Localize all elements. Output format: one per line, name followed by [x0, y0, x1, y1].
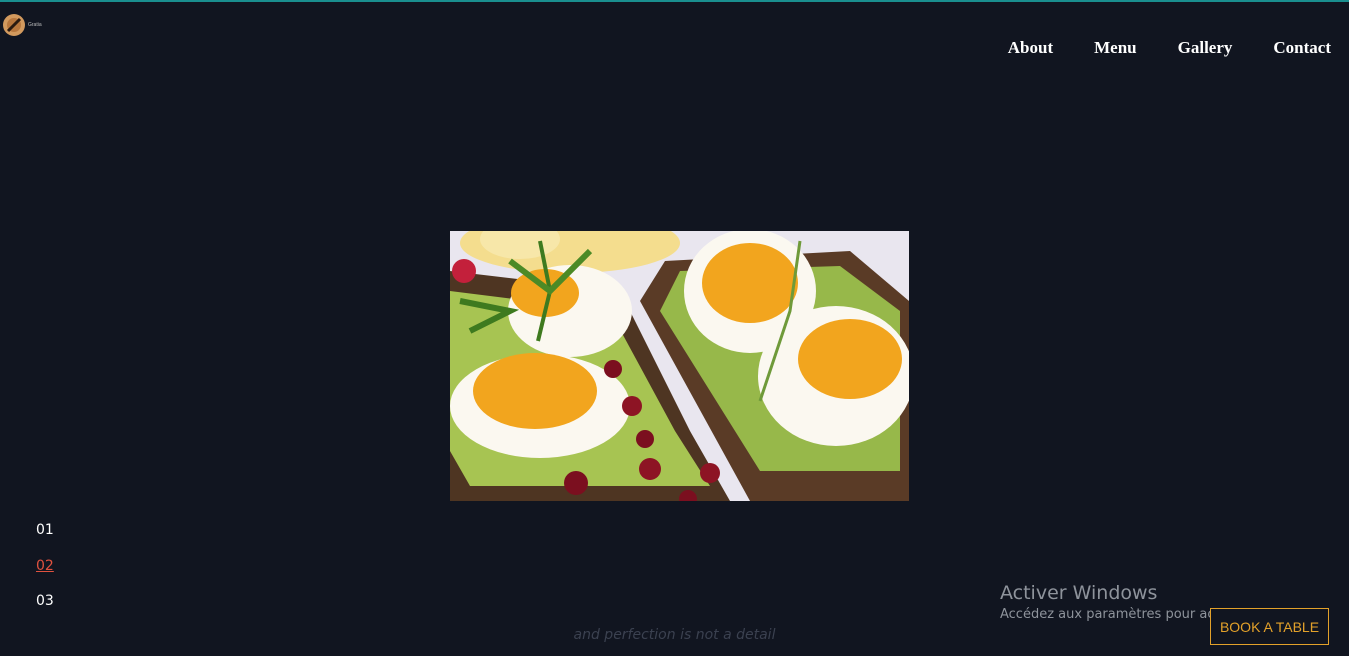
logo-icon — [2, 13, 26, 37]
nav-gallery[interactable]: Gallery — [1178, 38, 1233, 58]
slide-indicator-03[interactable]: 03 — [36, 591, 54, 627]
slide-indicator-02-active[interactable]: 02 — [36, 556, 54, 592]
brand-logo[interactable]: Gratia — [2, 13, 42, 37]
nav-about[interactable]: About — [1008, 38, 1053, 58]
nav-menu[interactable]: Menu — [1094, 38, 1137, 58]
top-accent-line — [0, 0, 1349, 2]
hero-image — [450, 231, 909, 501]
tagline: and perfection is not a detail — [573, 627, 776, 643]
logo-text: Gratia — [28, 22, 42, 28]
nav-contact[interactable]: Contact — [1273, 38, 1331, 58]
slide-indicators: 01 02 03 — [36, 520, 54, 627]
book-table-button[interactable]: BOOK A TABLE — [1210, 608, 1329, 645]
main-nav: About Menu Gallery Contact — [1008, 38, 1331, 58]
windows-activation-title: Activer Windows — [1000, 582, 1158, 604]
slide-indicator-01[interactable]: 01 — [36, 520, 54, 556]
